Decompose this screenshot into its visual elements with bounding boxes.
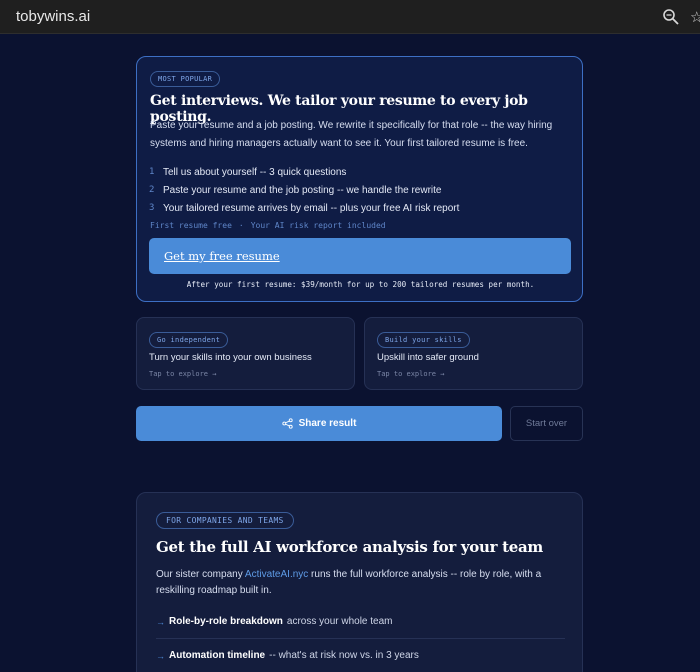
- companies-description: Our sister company ActivateAI.nyc runs t…: [156, 569, 542, 596]
- share-result-button[interactable]: Share result: [136, 406, 502, 441]
- build-skills-card[interactable]: Build your skills Upskill into safer gro…: [364, 317, 583, 390]
- step-item: 3 Your tailored resume arrives by email -…: [149, 202, 460, 214]
- get-free-resume-button[interactable]: Get my free resume: [149, 238, 571, 274]
- card-explore-link[interactable]: Tap to explore →: [149, 370, 216, 378]
- companies-badge: FOR COMPANIES AND TEAMS: [156, 512, 294, 529]
- site-address[interactable]: tobywins.ai: [16, 8, 90, 25]
- step-item: 2 Paste your resume and the job posting -…: [149, 184, 442, 196]
- most-popular-badge: MOST POPULAR: [150, 71, 221, 87]
- features-list: → Role-by-role breakdown across your whole…: [156, 605, 565, 672]
- start-over-button[interactable]: Start over: [510, 406, 583, 441]
- star-icon[interactable]: ☆: [690, 8, 700, 26]
- go-independent-card[interactable]: Go independent Turn your skills into you…: [136, 317, 355, 390]
- site-settings-icon[interactable]: ⵑ: [0, 8, 10, 26]
- card-title: Turn your skills into your own business: [149, 352, 312, 363]
- activateai-link[interactable]: ActivateAI.nyc: [245, 569, 308, 580]
- feature-item: → Automation timeline -- what's at risk no…: [156, 639, 565, 672]
- arrow-icon: →: [156, 650, 165, 661]
- free-note: First resume free · Your AI risk report in…: [150, 221, 386, 230]
- steps-list: 1 Tell us about yourself -- 3 quick quest…: [149, 163, 459, 217]
- card-badge: Go independent: [149, 332, 229, 348]
- arrow-icon: →: [156, 616, 165, 627]
- companies-card: FOR COMPANIES AND TEAMS Get the full AI …: [136, 492, 583, 672]
- pricing-note: After your first resume: $39/month for u…: [186, 280, 535, 289]
- card-explore-link[interactable]: Tap to explore →: [377, 370, 444, 378]
- step-item: 1 Tell us about yourself -- 3 quick quest…: [149, 166, 347, 178]
- card-title: Upskill into safer ground: [377, 352, 479, 363]
- browser-toolbar: ⵑ tobywins.ai ☆: [0, 0, 700, 34]
- card-badge: Build your skills: [377, 332, 470, 348]
- feature-item: → Role-by-role breakdown across your whole…: [156, 605, 565, 639]
- zoom-icon[interactable]: [662, 8, 680, 26]
- share-icon: [281, 418, 293, 429]
- offer-description: Paste your resume and a job posting. We …: [150, 120, 553, 149]
- resume-offer-card: MOST POPULAR Get interviews. We tailor y…: [136, 56, 583, 302]
- companies-title: Get the full AI workforce analysis for y…: [156, 538, 543, 556]
